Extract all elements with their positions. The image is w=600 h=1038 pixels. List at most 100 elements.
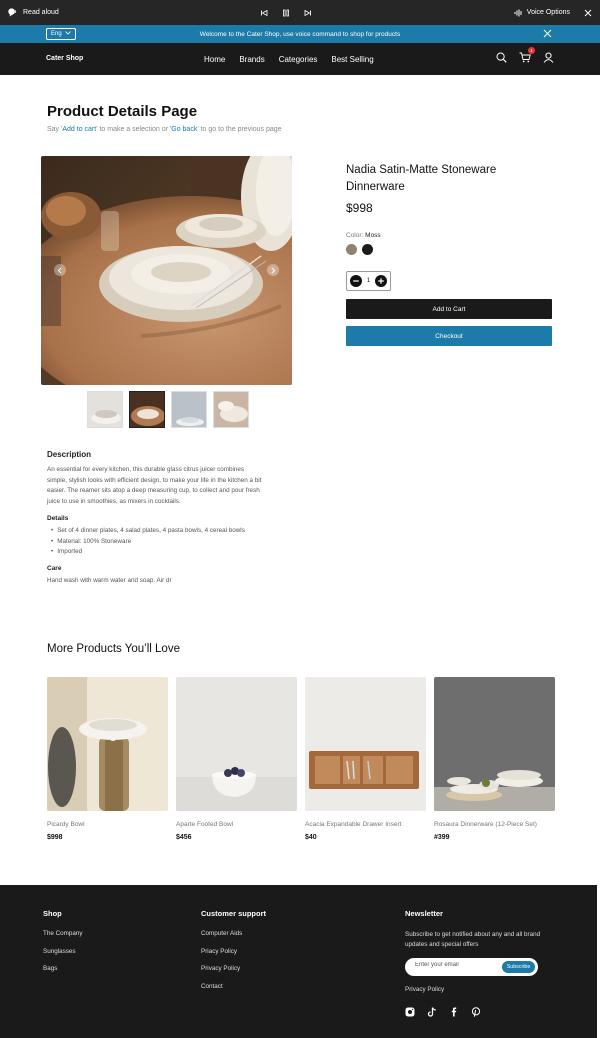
- page-title: Product Details Page: [47, 103, 198, 120]
- thumbnail-3[interactable]: [171, 391, 207, 428]
- previous-track-icon[interactable]: [260, 9, 268, 17]
- cart-button[interactable]: 1: [519, 47, 535, 68]
- voice-hint: Say 'Add to cart' to make a selection or…: [47, 126, 282, 133]
- search-icon[interactable]: [496, 50, 507, 68]
- footer-newsletter-column: Newsletter Subscribe to get notified abo…: [405, 909, 550, 1022]
- hint-middle: ' to make a selection or ': [96, 126, 172, 133]
- more-products-title: More Products You’ll Love: [47, 643, 180, 655]
- product-grid: Picardy Bowl $998 Aparte Footed Bowl $45…: [47, 677, 555, 841]
- thumbnail-2[interactable]: [129, 391, 165, 428]
- color-swatches: [346, 244, 373, 255]
- main-nav: Cater Shop Home Brands Categories Best S…: [0, 43, 600, 75]
- quantity-stepper: 1: [346, 271, 391, 291]
- swatch-moss[interactable]: [346, 244, 357, 255]
- read-aloud-bar: Read aloud Voice Options: [0, 0, 600, 25]
- decrease-quantity-button[interactable]: [350, 275, 362, 287]
- product-name: Nadia Satin-Matte Stoneware Dinnerware: [346, 164, 497, 193]
- footer-privacy-link[interactable]: Privacy Policy: [405, 986, 550, 993]
- details-heading: Details: [47, 514, 69, 522]
- description-text: An essential for every kitchen, this dur…: [47, 465, 262, 506]
- product-description: Description An essential for every kitch…: [47, 450, 265, 587]
- footer-link[interactable]: Privacy Policy: [201, 965, 266, 972]
- description-heading: Description: [47, 450, 92, 459]
- facebook-icon[interactable]: [449, 1004, 459, 1022]
- footer-link[interactable]: Computer Aids: [201, 930, 266, 937]
- footer-shop-heading: Shop: [43, 909, 62, 918]
- footer-support-heading: Customer support: [201, 909, 267, 918]
- product-card[interactable]: Acacia Expandable Drawer Insert $40: [305, 677, 426, 841]
- gallery-prev-button[interactable]: [54, 264, 66, 276]
- pause-icon[interactable]: [282, 9, 290, 17]
- product-card-name: Acacia Expandable Drawer Insert: [305, 821, 402, 828]
- cart-count-badge: 1: [528, 47, 535, 54]
- product-card-price: $998: [47, 834, 63, 841]
- product-price: $998: [346, 201, 373, 215]
- newsletter-form: Subscribe: [405, 958, 538, 976]
- subscribe-button[interactable]: Subscribe: [502, 961, 535, 973]
- footer-newsletter-heading: Newsletter: [405, 909, 443, 918]
- product-card-name: Rosaura Dinnerware (12-Piece Set): [434, 821, 537, 828]
- nav-menu: Home Brands Categories Best Selling: [204, 43, 374, 75]
- footer: Shop The Company Sunglasses Bags Custome…: [0, 885, 597, 1038]
- nav-item-best-selling[interactable]: Best Selling: [331, 55, 373, 64]
- product-card-name: Picardy Bowl: [47, 821, 85, 828]
- footer-support-column: Customer support Computer Aids Priacy Po…: [201, 909, 266, 1000]
- product-image[interactable]: [47, 677, 168, 811]
- add-to-cart-button[interactable]: Add to Cart: [346, 299, 552, 319]
- hint-add-to-cart-link[interactable]: Add to cart: [62, 126, 96, 133]
- close-reader-icon[interactable]: [584, 9, 592, 17]
- announcement-bar: Eng Welcome to the Cater Shop, use voice…: [0, 25, 600, 43]
- product-card[interactable]: Rosaura Dinnerware (12-Piece Set) #399: [434, 677, 555, 841]
- footer-link[interactable]: Priacy Policy: [201, 948, 266, 955]
- voice-options-button[interactable]: Voice Options: [514, 9, 570, 17]
- voice-wave-icon: [514, 9, 523, 17]
- footer-link[interactable]: Bags: [43, 965, 83, 972]
- next-track-icon[interactable]: [304, 9, 312, 17]
- increase-quantity-button[interactable]: [375, 275, 387, 287]
- chevron-down-icon: [64, 31, 71, 37]
- product-card[interactable]: Picardy Bowl $998: [47, 677, 168, 841]
- language-value: Eng: [51, 31, 62, 37]
- language-select[interactable]: Eng: [46, 28, 76, 40]
- nav-item-brands[interactable]: Brands: [239, 55, 264, 64]
- care-heading: Care: [47, 565, 62, 573]
- thumbnail-4[interactable]: [213, 391, 249, 428]
- close-icon[interactable]: [543, 29, 552, 40]
- product-card-name: Aparte Footed Bowl: [176, 821, 234, 828]
- nav-item-categories[interactable]: Categories: [279, 55, 318, 64]
- details-item: Material: 100% Stoneware: [51, 537, 265, 548]
- checkout-button[interactable]: Checkout: [346, 326, 552, 346]
- nav-item-home[interactable]: Home: [204, 55, 225, 64]
- user-icon[interactable]: [543, 50, 554, 68]
- read-aloud-button[interactable]: Read aloud: [8, 0, 59, 25]
- brand-logo[interactable]: Cater Shop: [46, 43, 83, 75]
- hint-go-back-link[interactable]: Go back: [171, 126, 197, 133]
- footer-shop-column: Shop The Company Sunglasses Bags: [43, 909, 83, 983]
- color-value: Moss: [365, 232, 381, 239]
- product-image[interactable]: [434, 677, 555, 811]
- gallery-next-button[interactable]: [267, 264, 279, 276]
- hint-prefix: Say ': [47, 126, 63, 133]
- footer-link[interactable]: The Company: [43, 930, 83, 937]
- product-image[interactable]: [305, 677, 426, 811]
- chevron-left-icon: [57, 261, 63, 279]
- swatch-black[interactable]: [362, 244, 373, 255]
- hint-suffix: ' to go to the previous page: [197, 126, 282, 133]
- product-image[interactable]: [176, 677, 297, 811]
- thumbnail-strip: [87, 391, 249, 428]
- tiktok-icon[interactable]: [427, 1004, 437, 1022]
- color-label: Color: Moss: [346, 232, 381, 239]
- speaker-icon: [8, 8, 17, 17]
- newsletter-text: Subscribe to get notified about any and …: [405, 931, 541, 948]
- instagram-icon[interactable]: [405, 1004, 415, 1022]
- chevron-right-icon: [270, 261, 276, 279]
- product-card[interactable]: Aparte Footed Bowl $456: [176, 677, 297, 841]
- voice-options-label: Voice Options: [526, 9, 570, 16]
- footer-link[interactable]: Sunglasses: [43, 948, 83, 955]
- email-input[interactable]: [415, 962, 495, 968]
- pinterest-icon[interactable]: [471, 1004, 481, 1022]
- details-item: Imported: [51, 547, 265, 558]
- thumbnail-1[interactable]: [87, 391, 123, 428]
- announcement-text: Welcome to the Cater Shop, use voice com…: [199, 30, 401, 38]
- footer-link[interactable]: Contact: [201, 983, 266, 990]
